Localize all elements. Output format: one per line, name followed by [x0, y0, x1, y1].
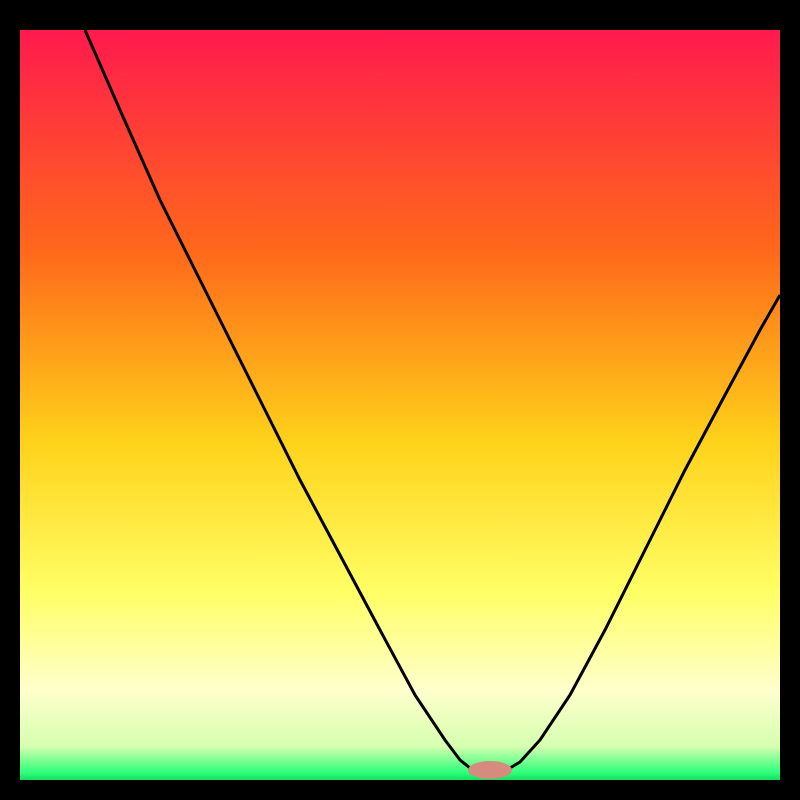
optimum-marker	[468, 761, 512, 779]
bottleneck-chart	[0, 0, 800, 800]
chart-stage: TheBottleneck.com	[0, 0, 800, 800]
